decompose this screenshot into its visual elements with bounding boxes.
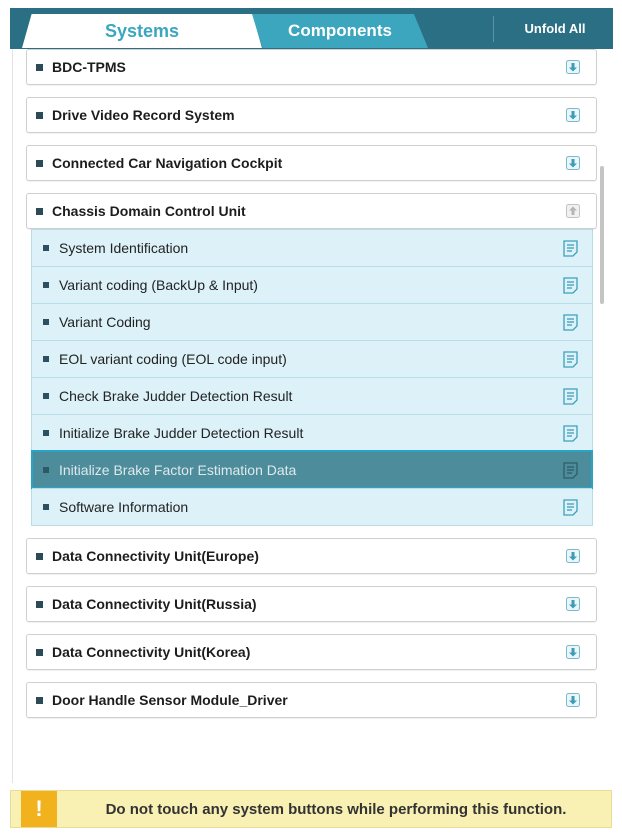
- download-icon[interactable]: [566, 645, 580, 659]
- function-row[interactable]: Variant Coding: [32, 303, 592, 340]
- bullet-icon: [36, 600, 43, 608]
- tab-systems[interactable]: Systems: [22, 14, 262, 48]
- warning-banner: ! Do not touch any system buttons while …: [10, 790, 612, 828]
- document-icon[interactable]: [563, 276, 578, 294]
- bullet-icon: [43, 430, 49, 436]
- warning-text: Do not touch any system buttons while pe…: [105, 800, 567, 818]
- document-icon[interactable]: [563, 239, 578, 257]
- system-row[interactable]: Drive Video Record System: [26, 97, 597, 133]
- system-label: Chassis Domain Control Unit: [52, 203, 246, 219]
- system-row[interactable]: Data Connectivity Unit(Europe): [26, 538, 597, 574]
- document-icon[interactable]: [563, 313, 578, 331]
- bullet-icon: [36, 207, 43, 215]
- function-label: Variant coding (BackUp & Input): [59, 277, 258, 293]
- bullet-icon: [43, 282, 49, 288]
- unfold-all-button[interactable]: Unfold All: [500, 14, 610, 42]
- function-row[interactable]: Initialize Brake Judder Detection Result: [32, 414, 592, 451]
- download-icon[interactable]: [566, 60, 580, 74]
- header-divider: [493, 16, 494, 42]
- bullet-icon: [36, 648, 43, 656]
- download-icon[interactable]: [566, 693, 580, 707]
- bullet-icon: [36, 696, 43, 704]
- tab-components[interactable]: Components: [252, 14, 428, 48]
- function-label: System Identification: [59, 240, 189, 256]
- bullet-icon: [43, 393, 49, 399]
- function-label: Check Brake Judder Detection Result: [59, 388, 293, 404]
- system-label: Data Connectivity Unit(Korea): [52, 644, 251, 660]
- warning-icon: !: [21, 791, 57, 827]
- bullet-icon: [36, 159, 43, 167]
- function-row[interactable]: EOL variant coding (EOL code input): [32, 340, 592, 377]
- system-list[interactable]: BDC-SMK (ESCL)BDC-TPMSDrive Video Record…: [12, 49, 611, 783]
- function-label: EOL variant coding (EOL code input): [59, 351, 287, 367]
- function-list: System Identification Variant coding (Bac…: [31, 229, 593, 526]
- system-row[interactable]: Door Handle Sensor Module_Driver: [26, 682, 597, 718]
- system-label: Data Connectivity Unit(Russia): [52, 596, 257, 612]
- download-icon[interactable]: [566, 108, 580, 122]
- bullet-icon: [43, 467, 49, 473]
- bullet-icon: [43, 245, 49, 251]
- bullet-icon: [36, 111, 43, 119]
- bullet-icon: [43, 319, 49, 325]
- collapse-up-icon[interactable]: [566, 204, 580, 218]
- system-label: Door Handle Sensor Module_Driver: [52, 692, 288, 708]
- document-icon[interactable]: [563, 461, 578, 479]
- bullet-icon: [43, 356, 49, 362]
- function-row[interactable]: System Identification: [32, 229, 592, 266]
- function-row[interactable]: Software Information: [32, 488, 592, 525]
- system-label: Connected Car Navigation Cockpit: [52, 155, 283, 171]
- bullet-icon: [36, 63, 43, 71]
- download-icon[interactable]: [566, 156, 580, 170]
- system-row[interactable]: Data Connectivity Unit(Korea): [26, 634, 597, 670]
- function-label: Initialize Brake Judder Detection Result: [59, 425, 304, 441]
- bullet-icon: [43, 504, 49, 510]
- document-icon[interactable]: [563, 498, 578, 516]
- system-label: BDC-TPMS: [52, 59, 126, 75]
- function-label: Initialize Brake Factor Estimation Data: [59, 462, 297, 478]
- scrollbar[interactable]: [600, 166, 604, 304]
- system-label: Data Connectivity Unit(Europe): [52, 548, 259, 564]
- function-row[interactable]: Check Brake Judder Detection Result: [32, 377, 592, 414]
- system-row[interactable]: Chassis Domain Control Unit: [26, 193, 597, 229]
- function-label: Software Information: [59, 499, 189, 515]
- function-row-selected[interactable]: Initialize Brake Factor Estimation Data: [31, 450, 593, 489]
- function-row[interactable]: Variant coding (BackUp & Input): [32, 266, 592, 303]
- document-icon[interactable]: [563, 424, 578, 442]
- system-row[interactable]: Connected Car Navigation Cockpit: [26, 145, 597, 181]
- download-icon[interactable]: [566, 597, 580, 611]
- system-label: Drive Video Record System: [52, 107, 235, 123]
- bullet-icon: [36, 552, 43, 560]
- system-row[interactable]: BDC-TPMS: [26, 49, 597, 85]
- document-icon[interactable]: [563, 387, 578, 405]
- system-row[interactable]: Data Connectivity Unit(Russia): [26, 586, 597, 622]
- document-icon[interactable]: [563, 350, 578, 368]
- function-label: Variant Coding: [59, 314, 151, 330]
- download-icon[interactable]: [566, 549, 580, 563]
